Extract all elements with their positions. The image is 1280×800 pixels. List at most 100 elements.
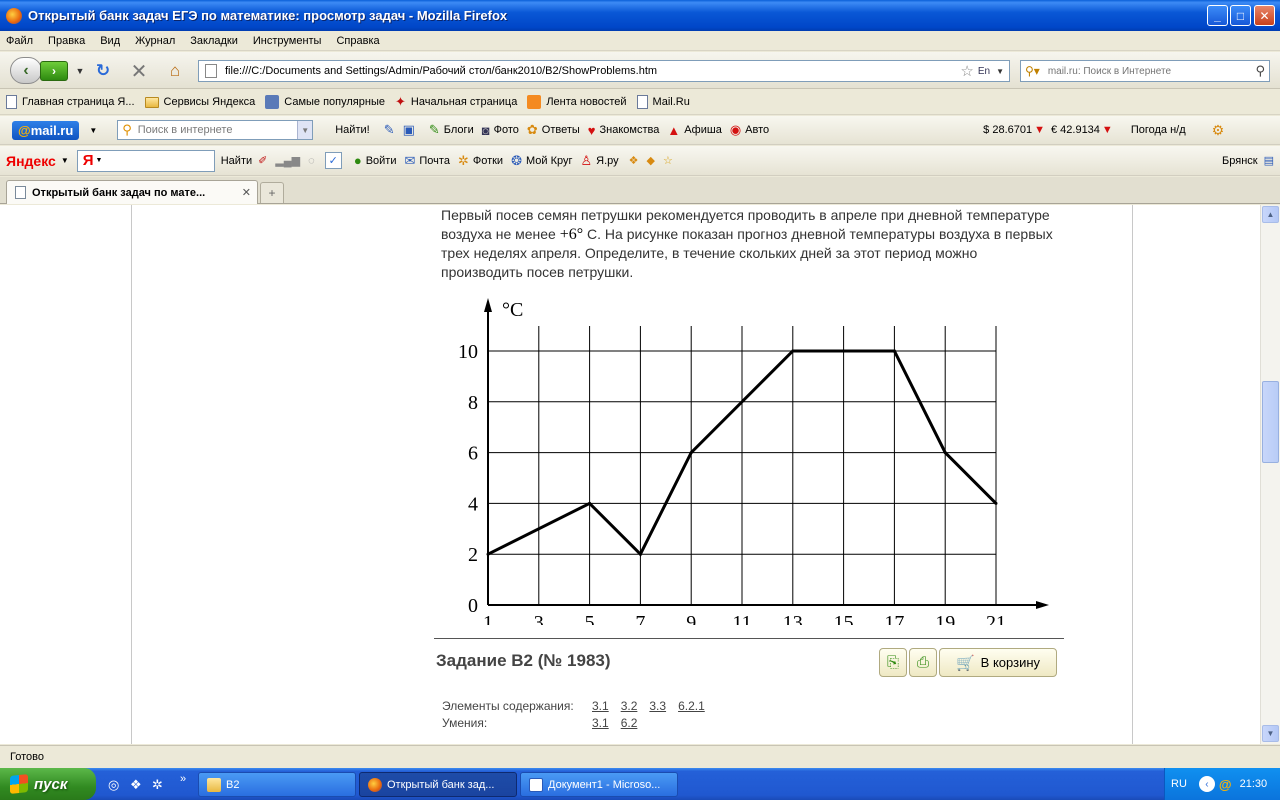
mailru-menu-dropdown-icon[interactable]: ▼ xyxy=(89,126,97,135)
yandex-search-input[interactable]: Я ▼ xyxy=(76,149,215,172)
menu-file[interactable]: Файл xyxy=(6,35,33,47)
menu-bookmarks[interactable]: Закладки xyxy=(190,35,238,47)
y-tick-label: 0 xyxy=(468,595,478,617)
search-icon[interactable]: ⚲ xyxy=(1255,63,1265,79)
comment-icon[interactable]: ◌ xyxy=(308,155,315,167)
minimize-button[interactable]: _ xyxy=(1207,5,1228,26)
add-to-cart-button[interactable]: 🛒 В корзину xyxy=(939,648,1057,677)
maximize-button[interactable]: □ xyxy=(1230,5,1251,26)
link-answers[interactable]: ✿ Ответы xyxy=(527,122,580,138)
yandex-login[interactable]: ● Войти xyxy=(354,153,397,168)
bookmark-yandex-home[interactable]: Главная страница Я... xyxy=(6,95,135,109)
yandex-city[interactable]: Брянск xyxy=(1222,155,1258,167)
eur-rate[interactable]: € 42.9134 ▼ xyxy=(1051,124,1113,136)
url-dropdown-icon[interactable]: ▼ xyxy=(996,67,1004,76)
taskbar-item-folder[interactable]: B2 xyxy=(198,772,356,797)
mailru-search-dropdown-icon[interactable]: ▼ xyxy=(297,121,313,139)
toolbar-settings-icon[interactable]: ▤ xyxy=(1264,154,1274,167)
link-photo[interactable]: ◙ Фото xyxy=(482,123,519,138)
yandex-find-button[interactable]: Найти xyxy=(221,155,252,167)
bookmark-mailru[interactable]: Mail.Ru xyxy=(636,95,690,109)
extra-icon[interactable]: ❖ xyxy=(629,154,639,167)
weather[interactable]: Погода н/д xyxy=(1131,124,1186,136)
bookmark-news-feed[interactable]: Лента новостей xyxy=(527,95,627,109)
mailru-find-button[interactable]: Найти! xyxy=(335,124,369,136)
taskbar-item-firefox[interactable]: Открытый банк зад... xyxy=(359,772,517,797)
mailru-toolbar: @ mail.ru ▼ ⚲ Поиск в интернете ▼ Найти! … xyxy=(0,116,1280,145)
vertical-scrollbar[interactable]: ▲ ▼ xyxy=(1260,205,1280,744)
link-auto[interactable]: ◉ Авто xyxy=(730,122,769,138)
search-bar[interactable]: ⚲▾ ⚲ xyxy=(1020,60,1270,82)
scroll-thumb[interactable] xyxy=(1262,381,1279,463)
menu-view[interactable]: Вид xyxy=(100,35,120,47)
start-button[interactable]: пуск xyxy=(0,768,96,800)
stop-icon[interactable]: ✕ xyxy=(129,61,149,83)
quicklaunch-messenger-icon[interactable]: ✲ xyxy=(152,777,163,793)
settings-gear-icon[interactable]: ⚙ xyxy=(1212,122,1225,139)
scroll-up-icon[interactable]: ▲ xyxy=(1262,206,1279,223)
history-dropdown-icon[interactable]: ▼ xyxy=(70,61,90,81)
menu-edit[interactable]: Правка xyxy=(48,35,85,47)
bookmark-start-page[interactable]: ✦ Начальная страница xyxy=(395,94,517,110)
mail-agent-icon[interactable]: @ xyxy=(1219,777,1232,792)
pen-icon[interactable]: ✎ xyxy=(384,122,395,138)
yandex-menu-dropdown-icon[interactable]: ▼ xyxy=(61,156,69,165)
quicklaunch-more-icon[interactable]: » xyxy=(180,773,186,785)
link-afisha[interactable]: ▲ Афиша xyxy=(667,123,721,138)
search-engine-icon[interactable]: ⚲▾ xyxy=(1025,64,1040,78)
taskbar-item-word[interactable]: Документ1 - Microso... xyxy=(520,772,678,797)
x-tick-label: 5 xyxy=(585,612,595,625)
search-input[interactable] xyxy=(1041,65,1256,77)
link-dating[interactable]: ♥ Знакомства xyxy=(588,123,660,138)
tab-label: Открытый банк задач по мате... xyxy=(32,186,206,199)
tab-close-icon[interactable]: ✕ xyxy=(242,186,251,199)
highlight-icon[interactable]: ✐ xyxy=(258,154,267,167)
bookmark-star-icon[interactable]: ☆ xyxy=(960,62,973,80)
skill-link[interactable]: 6.2 xyxy=(621,716,638,730)
url-text[interactable]: file:///C:/Documents and Settings/Admin/… xyxy=(225,65,960,77)
quicklaunch-ie-icon[interactable]: ◎ xyxy=(108,777,119,793)
menu-help[interactable]: Справка xyxy=(336,35,379,47)
tab-active[interactable]: Открытый банк задач по мате... ✕ xyxy=(6,180,258,204)
mailru-search-field[interactable]: ⚲ Поиск в интернете ▼ xyxy=(117,120,314,140)
signal-icon[interactable]: ▂▄▆ xyxy=(275,154,300,167)
favorites-star-icon[interactable]: ☆ xyxy=(663,154,673,167)
language-indicator[interactable]: RU xyxy=(1171,778,1187,790)
yandex-my-circle[interactable]: ❂ Мой Круг xyxy=(511,153,572,169)
quicklaunch-media-icon[interactable]: ❖ xyxy=(130,777,142,793)
skill-link[interactable]: 3.1 xyxy=(592,716,609,730)
yandex-photos[interactable]: ✲ Фотки xyxy=(458,153,503,169)
new-tab-button[interactable]: + xyxy=(260,182,284,203)
content-link[interactable]: 3.3 xyxy=(649,699,666,713)
clock[interactable]: 21:30 xyxy=(1240,778,1268,790)
bookmark-label: Главная страница Я... xyxy=(22,96,135,108)
spellcheck-icon[interactable]: ✓ xyxy=(324,152,342,169)
url-bar[interactable]: file:///C:/Documents and Settings/Admin/… xyxy=(198,60,1010,82)
menu-history[interactable]: Журнал xyxy=(135,35,175,47)
scroll-down-icon[interactable]: ▼ xyxy=(1262,725,1279,742)
language-badge[interactable]: En xyxy=(978,66,990,77)
menu-tools[interactable]: Инструменты xyxy=(253,35,322,47)
content-link[interactable]: 6.2.1 xyxy=(678,699,705,713)
bookmarks-toolbar: Главная страница Я... Сервисы Яндекса Са… xyxy=(0,90,1280,115)
home-icon[interactable]: ⌂ xyxy=(165,61,185,81)
content-link[interactable]: 3.1 xyxy=(592,699,609,713)
usd-rate[interactable]: $ 28.6701 ▼ xyxy=(983,124,1045,136)
link-blogs[interactable]: ✎ Блоги xyxy=(429,122,474,138)
content-link[interactable]: 3.2 xyxy=(621,699,638,713)
market-icon[interactable]: ◆ xyxy=(647,154,655,167)
mailru-logo[interactable]: @ mail.ru xyxy=(12,120,80,140)
yandex-logo[interactable]: Яндекс xyxy=(6,153,56,169)
reload-icon[interactable]: ↻ xyxy=(93,61,113,81)
bookmark-most-popular[interactable]: Самые популярные xyxy=(265,95,385,109)
tray-expand-icon[interactable]: ‹ xyxy=(1198,776,1215,792)
forward-button[interactable]: › xyxy=(40,61,68,81)
bookmark-yandex-services[interactable]: Сервисы Яндекса xyxy=(144,96,255,108)
news-icon[interactable]: ▣ xyxy=(403,122,415,138)
close-button[interactable]: ✕ xyxy=(1254,5,1275,26)
answer-button[interactable]: ⎙ xyxy=(909,648,937,677)
back-button[interactable]: ‹ xyxy=(10,57,42,84)
yandex-ya-ru[interactable]: ♙ Я.ру xyxy=(581,153,619,169)
yandex-mail[interactable]: ✉ Почта xyxy=(404,153,449,169)
solution-button[interactable]: ⎘ xyxy=(879,648,907,677)
